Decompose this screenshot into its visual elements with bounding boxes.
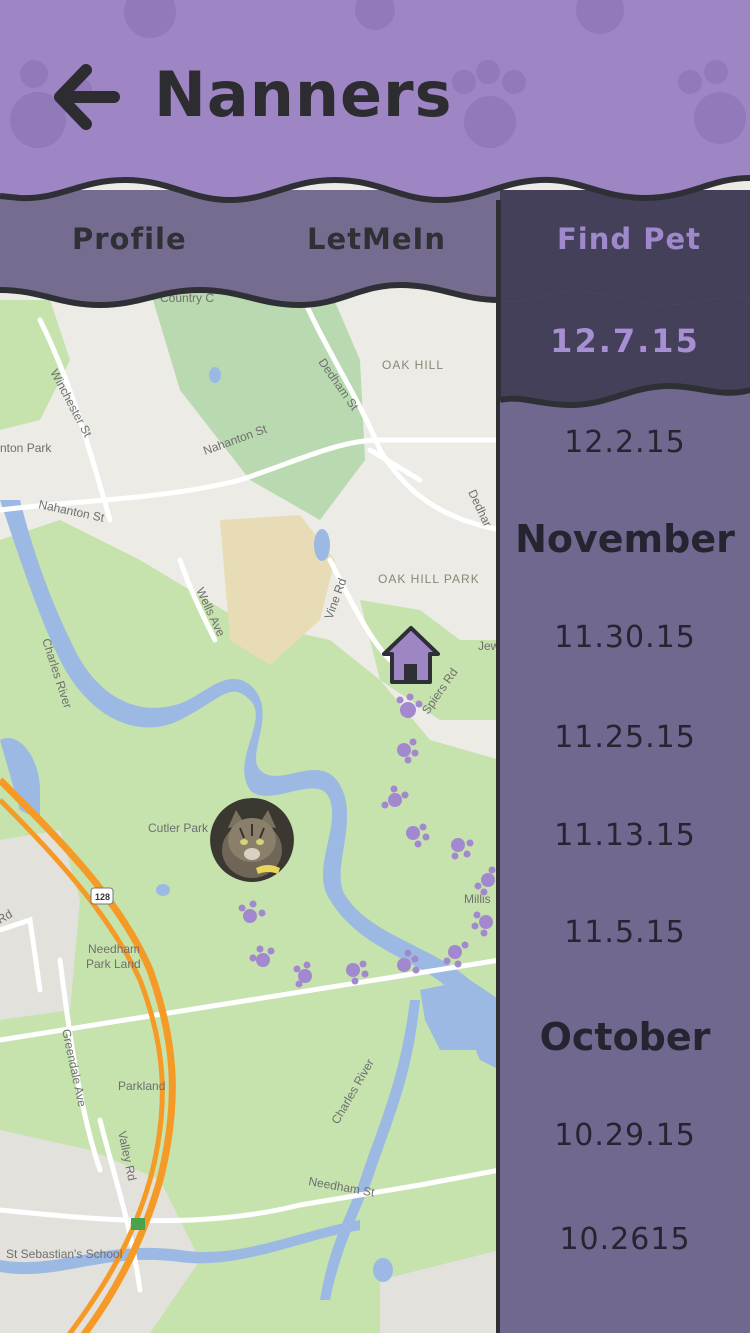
page-title: Nanners (154, 58, 453, 131)
tab-letmein[interactable]: LetMeIn (307, 222, 446, 256)
map-label: Needham (88, 942, 140, 956)
month-heading-november: November (515, 517, 735, 561)
date-item[interactable]: 10.2615 (500, 1222, 750, 1257)
map-label: Parkland (118, 1079, 165, 1093)
map-label: Park Land (86, 957, 141, 971)
pet-photo[interactable] (210, 798, 294, 882)
arrow-left-icon (54, 64, 120, 130)
date-item[interactable]: 12.2.15 (500, 425, 750, 460)
map-label: Country C (160, 291, 214, 305)
map-label: OAK HILL PARK (378, 572, 480, 586)
date-list[interactable]: 12.2.15 November 11.30.15 11.25.15 11.13… (500, 200, 750, 1333)
map-label: Cutler Park (148, 821, 209, 835)
map-label: OAK HILL (382, 358, 444, 372)
date-item[interactable]: 10.29.15 (500, 1118, 750, 1153)
home-icon[interactable] (380, 624, 442, 686)
tab-profile[interactable]: Profile (72, 222, 187, 256)
date-item[interactable]: 11.13.15 (500, 818, 750, 853)
month-heading-october: October (539, 1015, 711, 1059)
map-label: St Sebastian's School (6, 1247, 122, 1261)
selected-date[interactable]: 12.7.15 (500, 322, 750, 360)
map-label: nton Park (0, 441, 52, 455)
tab-find-pet[interactable]: Find Pet (557, 222, 701, 256)
route-shield-label: 128 (95, 892, 110, 902)
date-item[interactable]: 11.5.15 (500, 915, 750, 950)
date-item[interactable]: 11.25.15 (500, 720, 750, 755)
date-item[interactable]: 11.30.15 (500, 620, 750, 655)
back-button[interactable] (52, 62, 122, 132)
